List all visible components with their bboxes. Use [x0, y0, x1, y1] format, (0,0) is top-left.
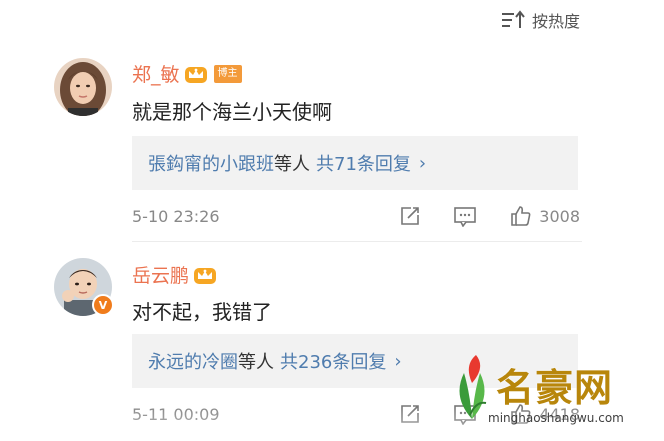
chevron-right-icon: › — [418, 152, 427, 174]
comment-text: 对不起，我错了 — [132, 300, 272, 324]
username[interactable]: 郑_敏 — [132, 60, 180, 87]
reply-count[interactable]: 共71条回复 — [316, 150, 411, 176]
username[interactable]: 岳云鹏 — [132, 261, 189, 288]
chevron-right-icon: › — [394, 350, 402, 372]
like-count: 3008 — [539, 206, 580, 226]
timestamp: 5-11 00:09 — [132, 404, 220, 424]
share-icon — [399, 205, 421, 227]
reply-users[interactable]: 永远的冷圈 — [148, 348, 238, 374]
user-avatar[interactable] — [54, 58, 112, 116]
reply-connector: 等人 — [274, 154, 310, 175]
comment-header: 岳云鹏 — [132, 261, 217, 288]
share-button[interactable] — [399, 403, 421, 425]
comment-icon — [453, 205, 477, 227]
share-button[interactable] — [399, 205, 421, 227]
avatar[interactable]: V — [54, 258, 114, 316]
sort-icon — [500, 9, 526, 31]
blogger-badge: 博主 — [213, 64, 242, 83]
reply-connector: 等人 — [238, 352, 274, 373]
comment-actions: 3008 — [367, 204, 580, 228]
comment-header: 郑_敏 博主 — [132, 60, 242, 87]
thumbs-up-icon — [509, 204, 533, 228]
reply-users[interactable]: 張鈎甯的小跟班 — [148, 150, 274, 176]
crown-vip-icon — [193, 265, 217, 285]
like-button[interactable]: 3008 — [509, 204, 580, 228]
crown-vip-icon — [184, 64, 208, 84]
divider — [132, 241, 582, 242]
watermark-url: minghaoshangwu.com — [488, 411, 624, 425]
timestamp: 5-10 23:26 — [132, 206, 220, 226]
sort-label: 按热度 — [531, 12, 580, 31]
reply-button[interactable] — [453, 205, 477, 227]
sort-by-hot-button[interactable]: 按热度 — [500, 8, 580, 32]
watermark: 名豪网 minghaoshangwu.com — [446, 347, 656, 437]
comment-meta: 5-10 23:26 3008 — [132, 204, 580, 228]
avatar[interactable] — [54, 58, 112, 116]
reply-count[interactable]: 共236条回复 — [280, 348, 386, 374]
comment-text: 就是那个海兰小天使啊 — [132, 100, 332, 124]
share-icon — [399, 403, 421, 425]
verified-badge: V — [92, 294, 114, 316]
replies-link[interactable]: 張鈎甯的小跟班 等人 共71条回复 › — [132, 136, 578, 190]
watermark-brand: 名豪网 — [496, 366, 614, 410]
